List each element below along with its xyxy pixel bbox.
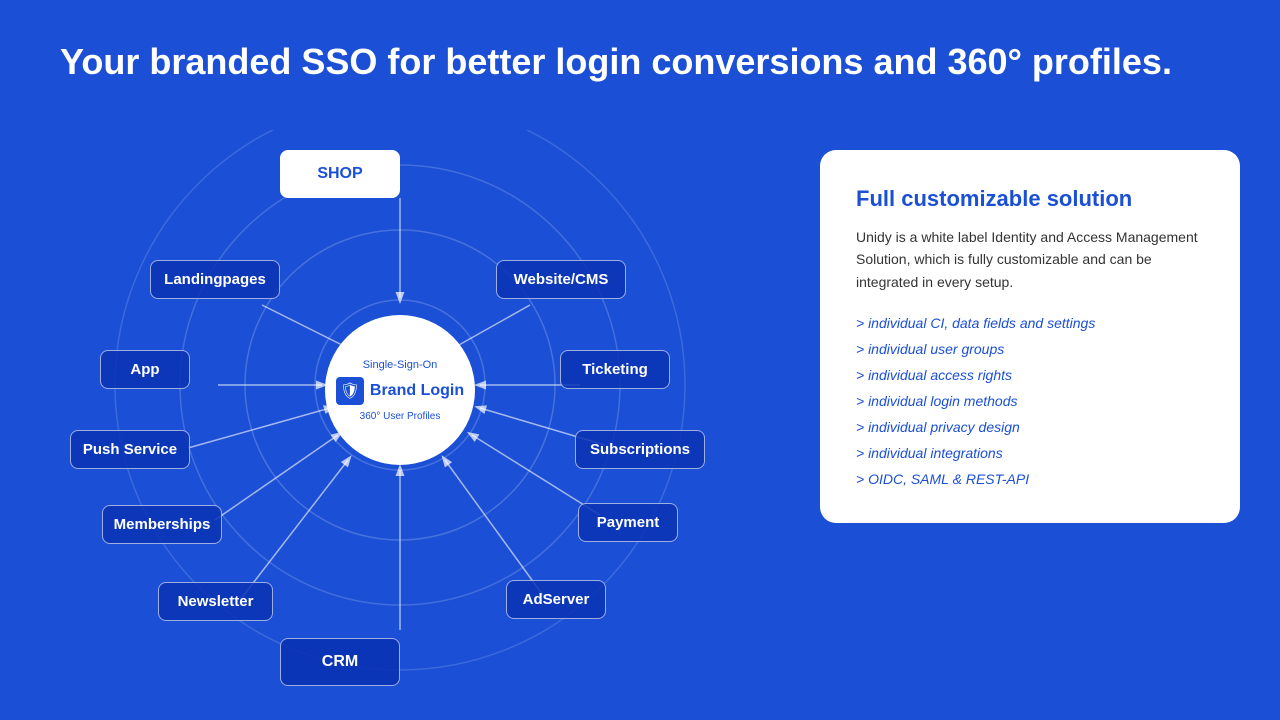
satellite-crm: CRM — [280, 638, 400, 686]
center-brand: 🛡 Brand Login — [336, 377, 464, 405]
panel-feature-item: > individual privacy design — [856, 419, 1204, 435]
panel-feature-item: > individual user groups — [856, 341, 1204, 357]
center-label-top: Single-Sign-On — [363, 359, 438, 371]
panel-feature-item: > individual integrations — [856, 445, 1204, 461]
center-label-bottom: 360° User Profiles — [360, 411, 441, 422]
satellite-newsletter: Newsletter — [158, 582, 273, 621]
panel-feature-item: > individual login methods — [856, 393, 1204, 409]
satellite-payment: Payment — [578, 503, 678, 542]
panel-title: Full customizable solution — [856, 186, 1204, 212]
satellite-subscriptions: Subscriptions — [575, 430, 705, 469]
satellite-app: App — [100, 350, 190, 389]
diagram-area: Single-Sign-On 🛡 Brand Login 360° User P… — [40, 130, 760, 690]
right-panel: Full customizable solution Unidy is a wh… — [820, 150, 1240, 523]
satellite-shop: SHOP — [280, 150, 400, 198]
center-circle: Single-Sign-On 🛡 Brand Login 360° User P… — [325, 315, 475, 465]
satellite-website: Website/CMS — [496, 260, 626, 299]
page-heading: Your branded SSO for better login conver… — [60, 40, 1220, 83]
panel-feature-item: > OIDC, SAML & REST-API — [856, 471, 1204, 487]
brand-login-text: Brand Login — [370, 382, 464, 400]
panel-description: Unidy is a white label Identity and Acce… — [856, 226, 1204, 293]
satellite-memberships: Memberships — [102, 505, 222, 544]
satellite-adserver: AdServer — [506, 580, 606, 619]
satellite-push-service: Push Service — [70, 430, 190, 469]
panel-feature-item: > individual CI, data fields and setting… — [856, 315, 1204, 331]
satellite-ticketing: Ticketing — [560, 350, 670, 389]
panel-features-list: > individual CI, data fields and setting… — [856, 315, 1204, 487]
satellite-landingpages: Landingpages — [150, 260, 280, 299]
shield-icon: 🛡 — [336, 377, 364, 405]
panel-feature-item: > individual access rights — [856, 367, 1204, 383]
